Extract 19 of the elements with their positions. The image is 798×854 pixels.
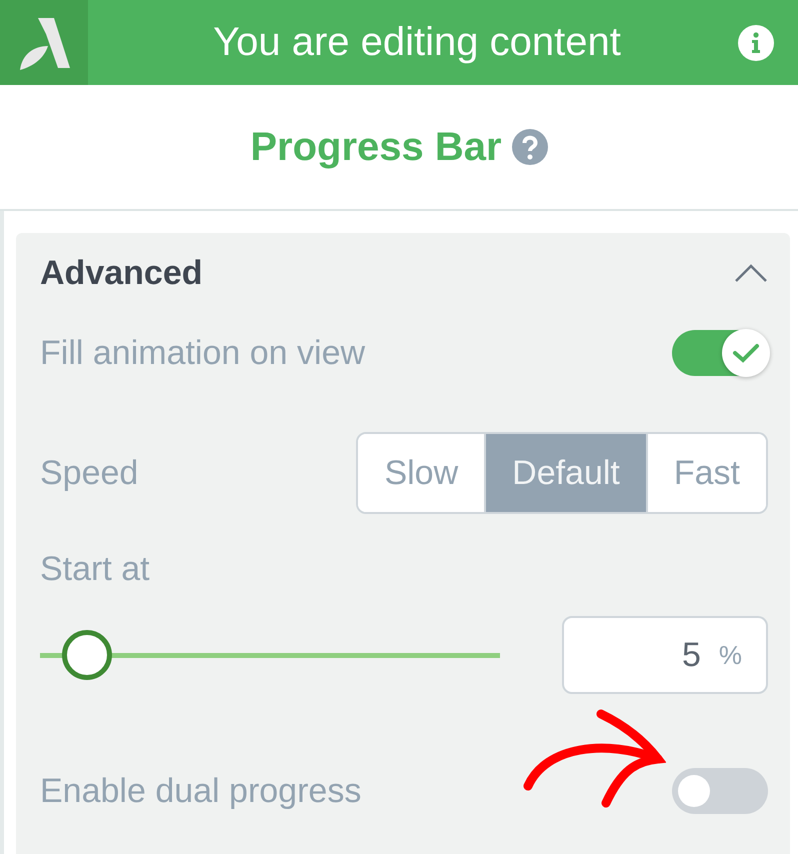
number-field[interactable]: 5 % (562, 616, 768, 694)
setting-label: Enable dual progress (40, 772, 362, 810)
setting-label: Fill animation on view (40, 334, 366, 372)
setting-label: Start at (40, 550, 150, 588)
toggle-switch[interactable] (672, 330, 768, 376)
section-title: Advanced (40, 254, 202, 292)
speed-option[interactable]: Fast (646, 434, 766, 512)
setting-label: Speed (40, 454, 138, 492)
speed-option[interactable]: Default (484, 434, 646, 512)
help-icon[interactable] (512, 129, 548, 165)
slider-thumb[interactable] (62, 630, 112, 680)
chevron-up-icon[interactable] (734, 263, 768, 283)
header-title: You are editing content (212, 20, 622, 65)
logo-icon (0, 0, 88, 85)
unit-label: % (718, 640, 742, 670)
check-icon (732, 342, 760, 364)
block-title: Progress Bar (250, 124, 502, 170)
toggle-switch[interactable] (672, 768, 768, 814)
info-icon[interactable] (738, 24, 774, 60)
